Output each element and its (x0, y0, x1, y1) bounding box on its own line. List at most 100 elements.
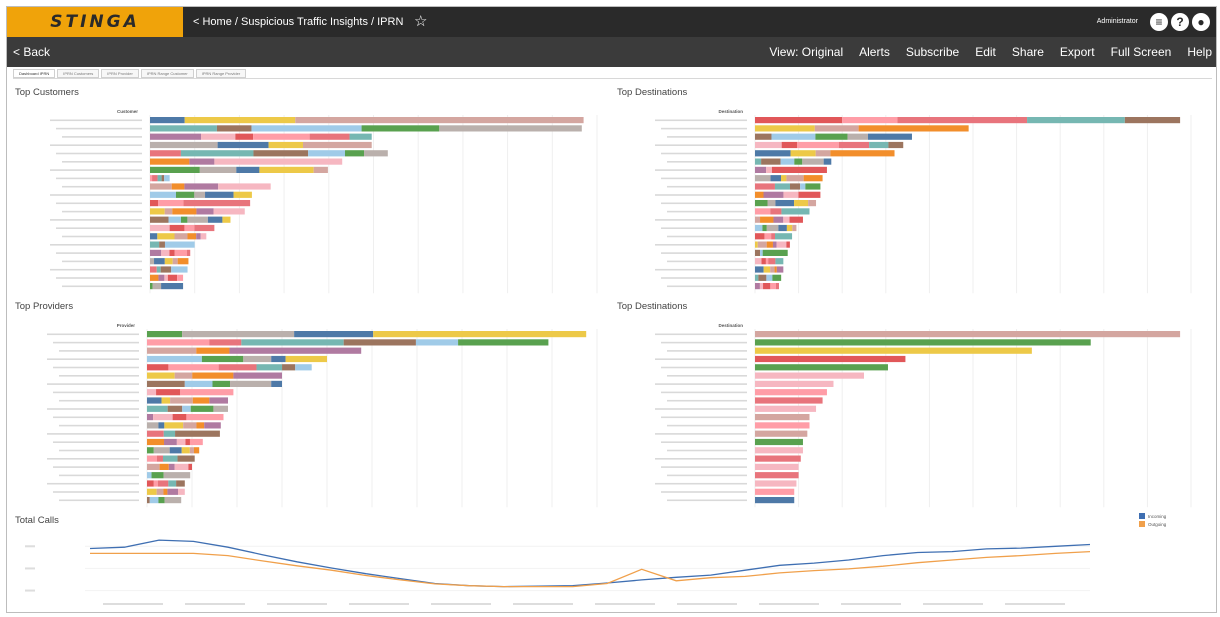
user-name[interactable]: Administrator (1097, 7, 1138, 37)
bar-segment (768, 258, 776, 265)
row-label-placeholder (655, 119, 747, 122)
user-account-icon[interactable]: ● (1192, 13, 1210, 31)
bar-segment (767, 200, 776, 207)
row-label-placeholder (59, 449, 139, 452)
tab-iprn-range-customer[interactable]: IPRN Range Customer (140, 69, 194, 78)
bar-segment (183, 200, 251, 207)
edit-button[interactable]: Edit (975, 45, 996, 59)
tab-iprn-customers[interactable]: IPRN Customers (57, 69, 100, 78)
bar-segment (150, 183, 172, 190)
x-tick-label: 10,000 (967, 297, 980, 299)
bar-segment (271, 380, 282, 387)
legend-item-incoming[interactable]: Incoming (1139, 512, 1166, 520)
favorite-star-icon[interactable]: ☆ (414, 12, 432, 32)
full-screen-button[interactable]: Full Screen (1111, 45, 1172, 59)
bar-segment (147, 497, 150, 504)
breadcrumb[interactable]: < Home / Suspicious Traffic Insights / I… (193, 7, 403, 37)
subscribe-button[interactable]: Subscribe (906, 45, 959, 59)
bar-segment (781, 208, 810, 215)
bar-segment (150, 117, 185, 124)
bar-segment (755, 150, 791, 157)
bar-segment (233, 191, 252, 198)
row-label-placeholder (47, 433, 139, 435)
help-button[interactable]: Help (1187, 45, 1212, 59)
bar-segment (762, 249, 788, 256)
bar-segment (196, 422, 205, 429)
bar-segment (786, 241, 790, 248)
row-label-placeholder (661, 227, 747, 229)
x-tick-placeholder (431, 603, 491, 605)
row-label-placeholder (59, 424, 139, 427)
row-label-placeholder (667, 161, 747, 163)
bar-segment (189, 447, 194, 454)
row-label-placeholder (655, 433, 747, 435)
row-label-placeholder (655, 144, 747, 146)
bar-segment (153, 447, 170, 454)
bar-segment (802, 158, 824, 165)
bar-segment (755, 258, 762, 265)
bar (755, 497, 795, 504)
bar-segment (169, 224, 185, 232)
bar (755, 389, 827, 396)
bar (755, 405, 817, 412)
bar-segment (163, 488, 168, 495)
tab-iprn-provider[interactable]: IPRN Provider (101, 69, 139, 78)
row-label-placeholder (50, 194, 142, 196)
legend-item-outgoing[interactable]: Outgoing (1139, 520, 1166, 528)
help-icon[interactable]: ? (1171, 13, 1189, 31)
tab-dashboard-iprn[interactable]: Dashboard IPRN (13, 69, 56, 78)
x-tick-placeholder (759, 603, 819, 605)
row-label-placeholder (655, 219, 747, 221)
x-tick-placeholder (923, 603, 983, 605)
view-original-button[interactable]: View: Original (769, 45, 843, 59)
bar-segment (176, 480, 185, 487)
bar (755, 414, 810, 421)
bar-segment (156, 266, 161, 273)
logo-text: STINGA (50, 12, 140, 32)
bar-segment (256, 364, 283, 371)
bar-segment (161, 175, 165, 182)
bar-segment (847, 133, 869, 140)
bar-segment (774, 183, 790, 190)
bar-segment (755, 283, 760, 290)
share-button[interactable]: Share (1012, 45, 1044, 59)
row-label-placeholder (667, 350, 747, 352)
bar-segment (159, 241, 165, 248)
row-label-placeholder (655, 333, 747, 336)
bar-segment (150, 158, 190, 165)
alerts-button[interactable]: Alerts (859, 45, 890, 59)
total-calls-panel: Total Calls (15, 515, 1212, 612)
export-button[interactable]: Export (1060, 45, 1095, 59)
x-tick-label: 20,000 (321, 511, 334, 513)
row-label-placeholder (56, 177, 142, 180)
bar-segment (150, 200, 159, 207)
bar-segment (192, 372, 234, 379)
bar-segment (439, 125, 582, 132)
bar-segment (169, 447, 182, 454)
tab-iprn-range-provider[interactable]: IPRN Range Provider (195, 69, 247, 78)
bar-segment (180, 216, 188, 223)
bar-segment (168, 364, 219, 371)
bar-segment (182, 405, 191, 412)
bar-segment (815, 133, 848, 140)
stinga-logo[interactable]: STINGA (7, 7, 183, 37)
menu-icon[interactable]: ≡ (1150, 13, 1168, 31)
bar-segment (152, 175, 158, 182)
back-button[interactable]: < Back (13, 37, 50, 67)
x-tick-label: 6,000 (881, 297, 892, 299)
bar-segment (760, 216, 774, 223)
bar-segment (147, 480, 154, 487)
x-tick-label: 25,000 (367, 297, 380, 299)
row-label-placeholder (62, 136, 142, 138)
x-tick-placeholder (595, 603, 655, 605)
bar-segment (180, 389, 234, 396)
bar-segment (152, 283, 162, 290)
bar-segment (183, 422, 197, 429)
bar-segment (213, 208, 245, 215)
bar-segment (755, 274, 759, 281)
x-tick-label: 2,000 (794, 511, 805, 513)
x-tick-label: 0 (146, 511, 149, 513)
bar-segment (150, 166, 200, 173)
row-label-placeholder (661, 341, 747, 344)
bar-segment (770, 283, 776, 290)
